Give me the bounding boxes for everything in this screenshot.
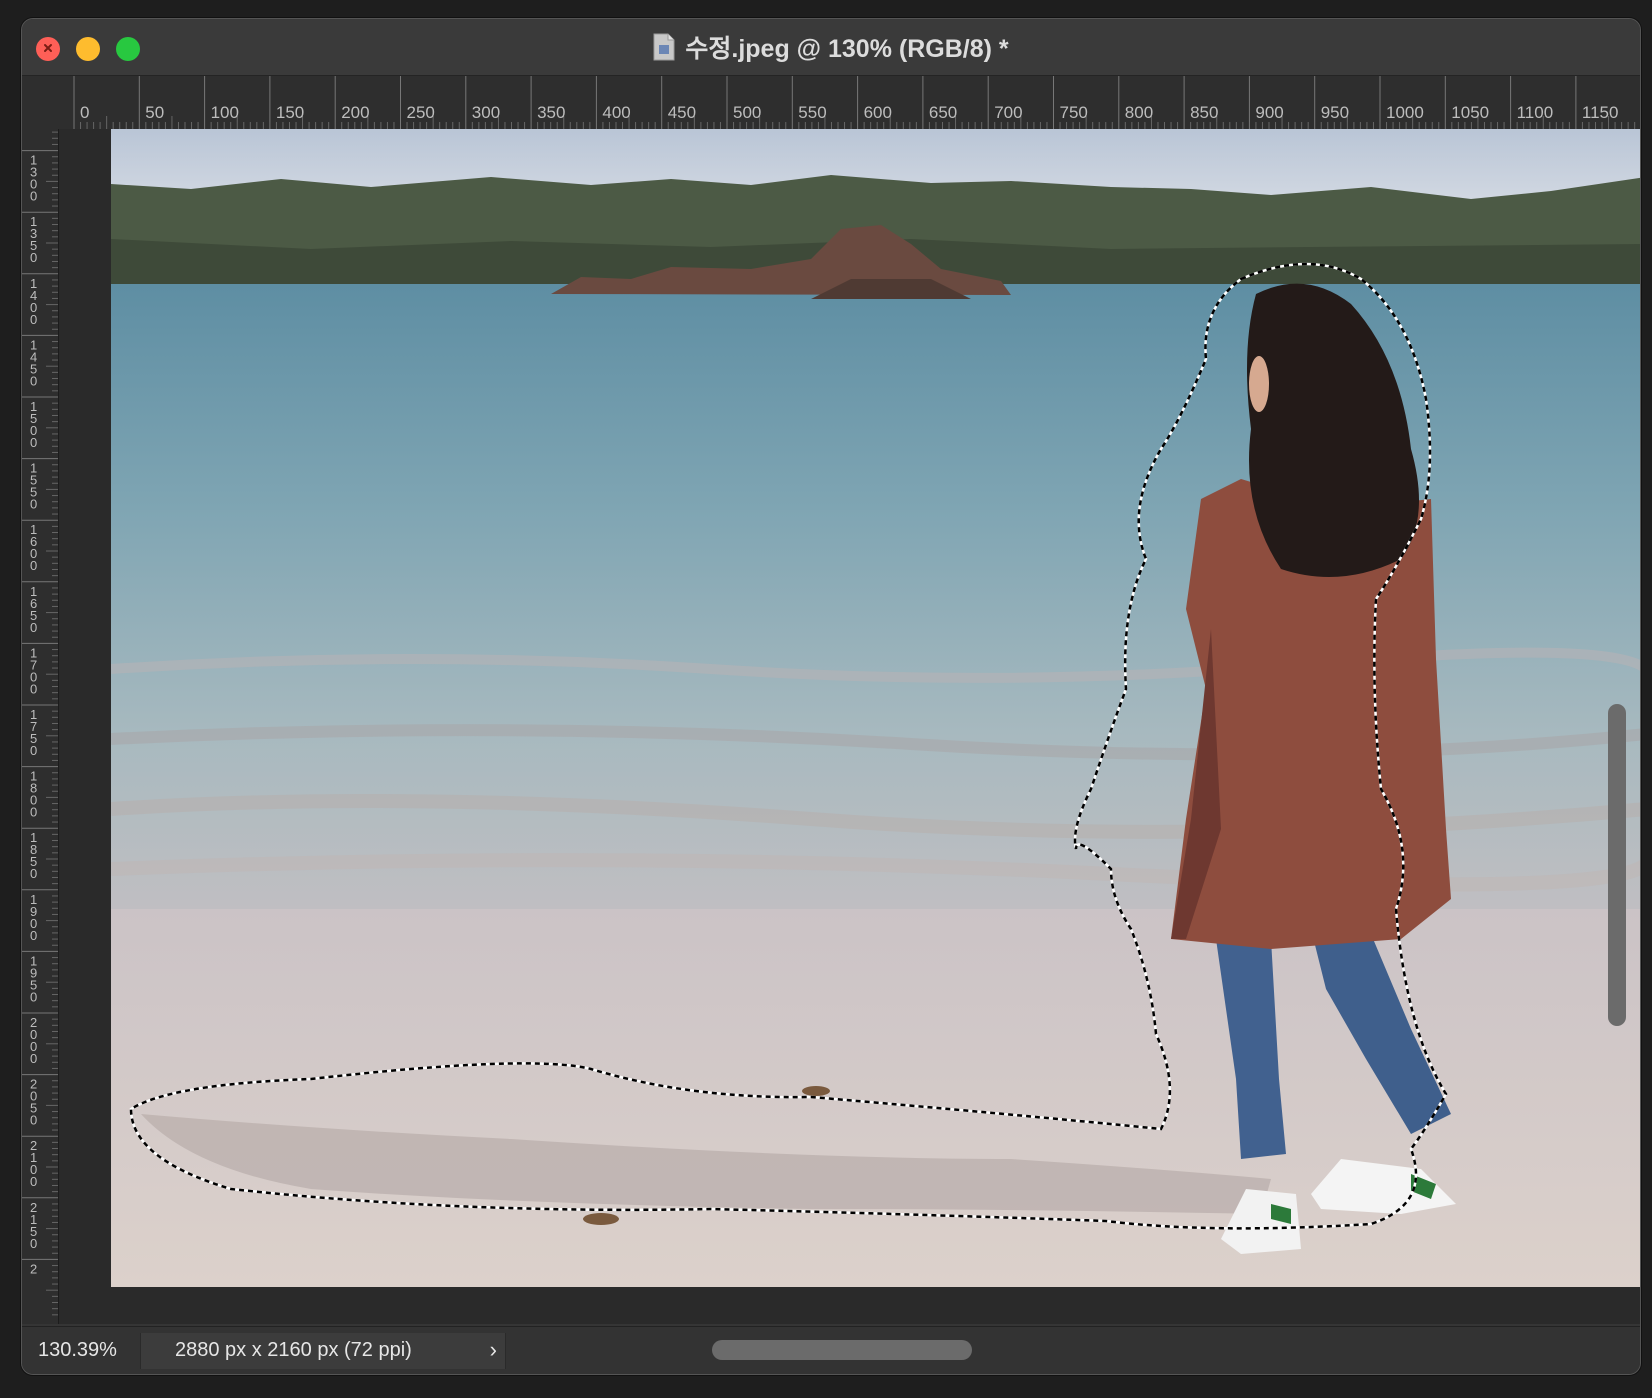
ruler-label: 700 <box>994 103 1022 122</box>
title-bar[interactable]: 수정.jpeg @ 130% (RGB/8) * <box>22 19 1640 76</box>
ruler-label: 0 <box>30 250 37 265</box>
ruler-label: 300 <box>472 103 500 122</box>
document-info-box[interactable]: 2880 px x 2160 px (72 ppi) › <box>140 1333 506 1369</box>
ruler-label: 0 <box>30 497 37 512</box>
ruler-label: 950 <box>1321 103 1349 122</box>
ruler-label: 0 <box>30 805 37 820</box>
ruler-label: 1000 <box>1386 103 1424 122</box>
ruler-label: 750 <box>1060 103 1088 122</box>
canvas-area[interactable] <box>59 129 1640 1324</box>
ruler-label: 200 <box>341 103 369 122</box>
window-title-group: 수정.jpeg @ 130% (RGB/8) * <box>22 19 1640 75</box>
ruler-label: 800 <box>1125 103 1153 122</box>
ruler-label: 0 <box>30 312 37 327</box>
ruler-origin[interactable] <box>22 76 73 130</box>
ruler-label: 0 <box>30 1236 37 1251</box>
ruler-label: 450 <box>668 103 696 122</box>
ruler-label: 500 <box>733 103 761 122</box>
status-bar: 130.39% 2880 px x 2160 px (72 ppi) › <box>22 1326 1640 1374</box>
ruler-label: 0 <box>30 620 37 635</box>
ruler-label: 0 <box>30 1174 37 1189</box>
ruler-label: 350 <box>537 103 565 122</box>
chevron-right-icon[interactable]: › <box>490 1337 497 1363</box>
ruler-label: 0 <box>30 681 37 696</box>
ruler-label: 0 <box>80 103 89 122</box>
document-icon <box>653 33 675 61</box>
ruler-label: 600 <box>864 103 892 122</box>
ruler-label: 100 <box>211 103 239 122</box>
vertical-ruler[interactable]: 5013001350140014501500155016001650170017… <box>22 129 59 1324</box>
ruler-label: 0 <box>30 1113 37 1128</box>
document-info: 2880 px x 2160 px (72 ppi) <box>175 1339 412 1361</box>
ruler-label: 2 <box>30 1261 37 1276</box>
horizontal-scrollbar[interactable] <box>712 1340 972 1360</box>
ruler-label: 0 <box>30 558 37 573</box>
ruler-label: 400 <box>602 103 630 122</box>
ruler-label: 1100 <box>1517 103 1554 122</box>
ruler-label: 0 <box>30 866 37 881</box>
document-window: 수정.jpeg @ 130% (RGB/8) * 0 50 100 150 200 250… <box>21 18 1641 1375</box>
ruler-label: 0 <box>30 373 37 388</box>
ruler-label: 150 <box>276 103 304 122</box>
ruler-label: 0 <box>30 435 37 450</box>
ruler-label: 250 <box>407 103 435 122</box>
window-title: 수정.jpeg @ 130% (RGB/8) * <box>685 35 1009 63</box>
ruler-label: 0 <box>30 989 37 1004</box>
ruler-label: 50 <box>145 103 164 122</box>
zoom-level[interactable]: 130.39% <box>38 1339 117 1362</box>
ruler-label: 0 <box>30 928 37 943</box>
horizontal-ruler[interactable]: 0 50 100 150 200 250 300 350 400 450 500 550 600 650 7… <box>72 76 1640 130</box>
ruler-label: 850 <box>1190 103 1218 122</box>
ruler-label: 0 <box>30 189 37 204</box>
vertical-scrollbar[interactable] <box>1608 704 1626 1026</box>
ruler-label: 0 <box>30 743 37 758</box>
ruler-label: 1150 <box>1582 103 1619 122</box>
ruler-label: 1050 <box>1451 103 1489 122</box>
ruler-label: 900 <box>1255 103 1283 122</box>
beach-photo[interactable] <box>111 129 1641 1287</box>
ruler-label: 650 <box>929 103 957 122</box>
ruler-label: 0 <box>30 1051 37 1066</box>
ruler-label: 550 <box>798 103 826 122</box>
